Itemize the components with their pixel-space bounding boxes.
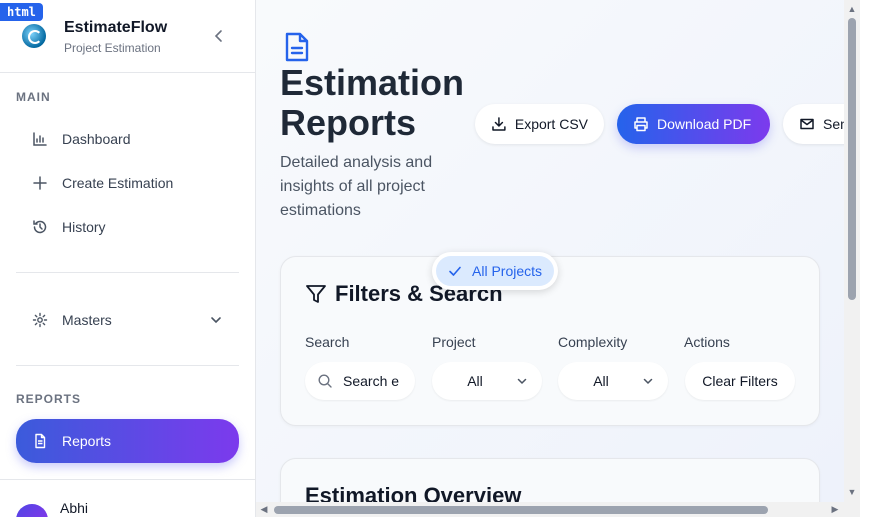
download-pdf-button[interactable]: Download PDF [617,104,770,144]
sidebar-item-create-estimation[interactable]: Create Estimation [16,163,239,203]
chevron-down-icon [642,375,654,387]
dropdown-option-all-projects[interactable]: All Projects [436,256,554,286]
brand-name: EstimateFlow [64,19,168,36]
overview-title: Estimation Overview [305,483,522,502]
project-select[interactable]: All [432,362,542,400]
section-label-reports: REPORTS [16,392,82,406]
avatar [16,504,48,517]
app-logo [22,24,46,48]
sidebar-item-label: History [62,219,106,235]
sidebar-item-history[interactable]: History [16,207,239,247]
chevron-down-icon [516,375,528,387]
sidebar-item-masters[interactable]: Masters [16,300,239,340]
project-label: Project [432,334,476,350]
user-bar[interactable]: Abhi [0,479,255,517]
sidebar-item-label: Reports [62,433,112,449]
vertical-scrollbar[interactable]: ▲ ▼ [844,0,860,502]
scroll-down-icon[interactable]: ▼ [847,487,857,497]
search-input[interactable]: Search e [305,362,415,400]
main-content: Estimation Reports Detailed analysis and… [256,0,844,502]
chevron-left-icon[interactable] [211,28,227,44]
html-badge: html [0,3,43,21]
scroll-up-icon[interactable]: ▲ [847,4,857,14]
search-placeholder: Search e [343,373,400,389]
sidebar: EstimateFlow Project Estimation MAIN Das… [0,0,256,517]
history-icon [32,219,48,235]
complexity-label: Complexity [558,334,628,350]
search-icon [317,373,333,389]
export-csv-label: Export CSV [514,116,588,132]
printer-icon [633,116,649,132]
project-select-value: All [467,373,483,389]
scroll-right-icon[interactable]: ▶ [830,504,840,514]
complexity-select[interactable]: All [558,362,668,400]
gear-icon [32,312,48,328]
sidebar-item-label: Dashboard [62,131,131,147]
mail-icon [799,116,815,132]
page-title: Estimation Reports [280,62,465,143]
overview-card: Estimation Overview [280,458,820,502]
clear-filters-button[interactable]: Clear Filters [685,362,795,400]
search-label: Search [305,334,350,350]
scroll-left-icon[interactable]: ◀ [259,504,269,514]
complexity-select-value: All [593,373,609,389]
horizontal-scroll-thumb[interactable] [274,506,768,514]
user-name: Abhi [60,500,89,516]
sidebar-item-label: Create Estimation [62,175,174,191]
download-icon [491,116,507,132]
actions-label: Actions [684,334,730,350]
horizontal-scrollbar[interactable]: ◀ ▶ [256,502,844,517]
vertical-scroll-thumb[interactable] [848,18,856,300]
project-dropdown-menu: All Projects [432,252,558,290]
chevron-down-icon [209,313,223,327]
export-csv-button[interactable]: Export CSV [475,104,604,144]
brand-subtitle: Project Estimation [64,41,161,55]
check-icon [448,264,462,278]
dropdown-option-label: All Projects [472,263,543,279]
download-pdf-label: Download PDF [657,116,752,132]
send-button[interactable]: Send [783,104,844,144]
sidebar-item-dashboard[interactable]: Dashboard [16,119,239,159]
sidebar-item-label: Masters [62,312,112,328]
document-icon [32,433,48,449]
window-edge [860,0,874,517]
page-subtitle: Detailed analysis and insights of all pr… [280,154,433,219]
sidebar-divider [16,272,239,273]
plus-icon [32,175,48,191]
section-label-main: MAIN [16,90,51,104]
sidebar-item-reports[interactable]: Reports [16,419,239,463]
bar-chart-icon [32,131,48,147]
document-icon [284,32,310,62]
filter-icon [305,283,327,305]
send-label: Send [823,116,844,132]
sidebar-divider [16,365,239,366]
